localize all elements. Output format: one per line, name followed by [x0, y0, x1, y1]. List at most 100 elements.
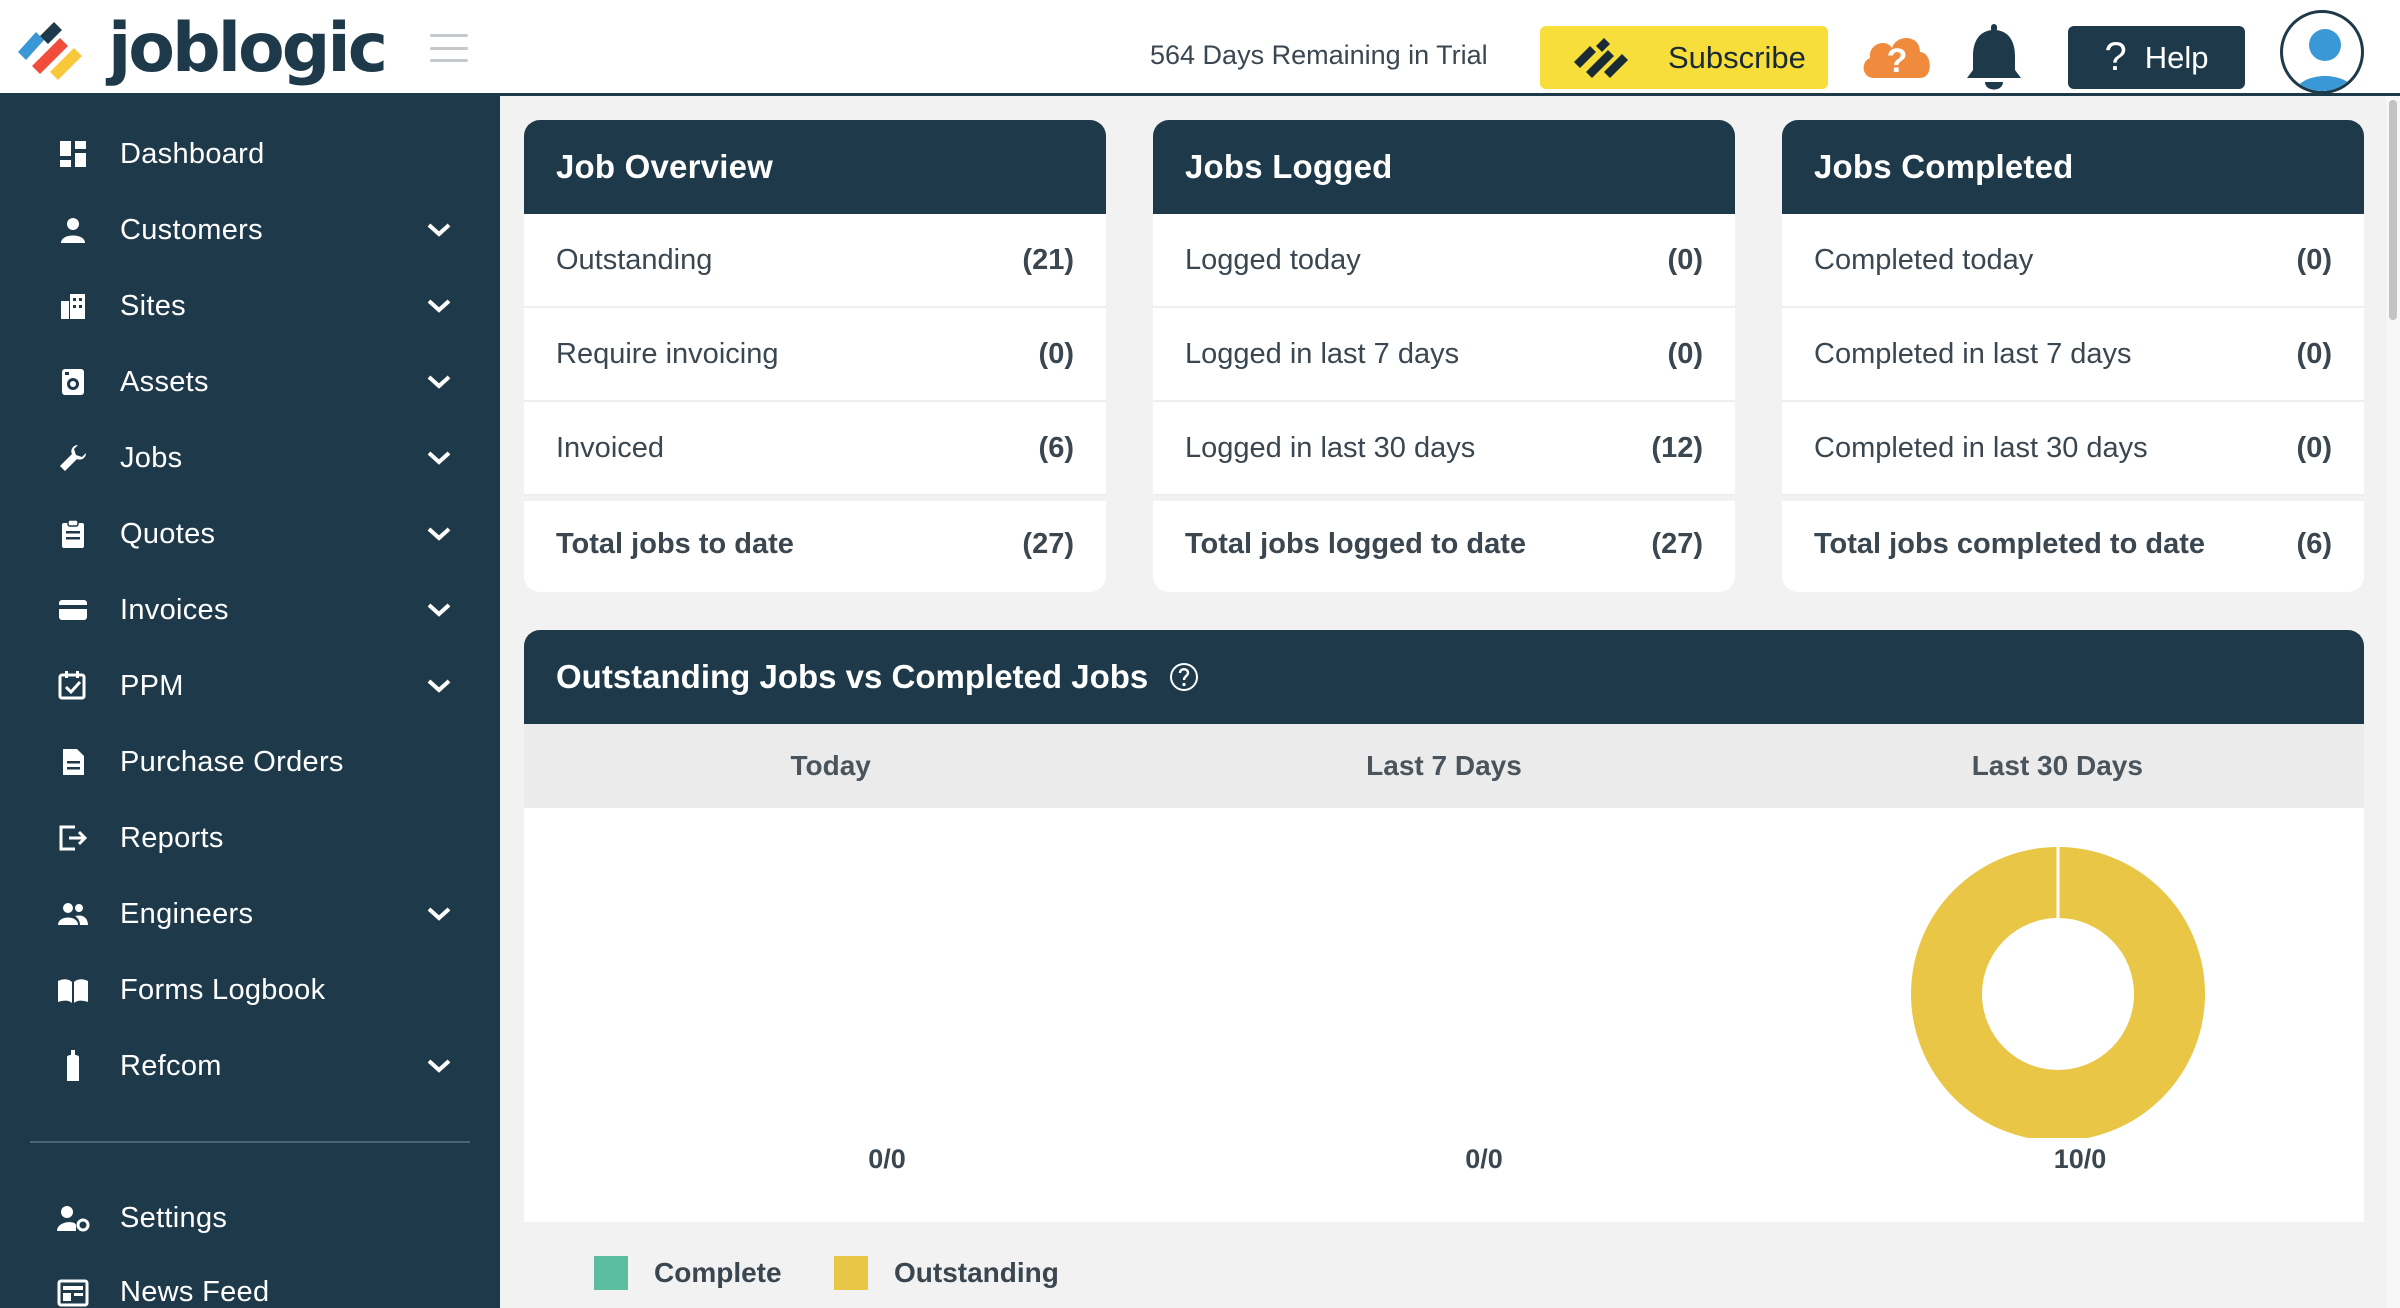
sidebar-item-forms-logbook[interactable]: Forms Logbook — [0, 954, 500, 1026]
notifications-bell-icon[interactable] — [1963, 22, 2025, 94]
stat-count: (0) — [1667, 243, 1703, 276]
jobs-completed-card: Jobs Completed Completed today (0) Compl… — [1782, 120, 2364, 592]
sidebar-item-label: PPM — [120, 669, 184, 702]
user-cog-icon — [56, 1201, 90, 1235]
stat-row[interactable]: Completed in last 30 days (0) — [1782, 402, 2364, 496]
sidebar-item-label: Purchase Orders — [120, 745, 344, 778]
sidebar-item-label: Engineers — [120, 897, 254, 930]
period-header: Last 30 Days — [1971, 750, 2143, 781]
sidebar-item-customers[interactable]: Customers — [0, 194, 500, 266]
logo-mark-icon — [18, 22, 82, 80]
menu-toggle-icon[interactable] — [430, 34, 468, 62]
stat-label: Logged today — [1185, 243, 1361, 276]
user-avatar[interactable] — [2280, 10, 2364, 94]
sidebar-item-news-feed[interactable]: News Feed — [0, 1256, 500, 1308]
sidebar-item-ppm[interactable]: PPM — [0, 650, 500, 722]
card-header: Jobs Logged — [1153, 120, 1735, 214]
stat-label: Invoiced — [556, 431, 665, 464]
stat-row[interactable]: Completed today (0) — [1782, 214, 2364, 308]
stat-label: Completed in last 7 days — [1814, 337, 2132, 370]
sidebar-item-quotes[interactable]: Quotes — [0, 498, 500, 570]
chevron-down-icon[interactable] — [424, 220, 454, 240]
sidebar-item-sites[interactable]: Sites — [0, 270, 500, 342]
stat-total-row[interactable]: Total jobs completed to date (6) — [1782, 496, 2364, 588]
sidebar-item-dashboard[interactable]: Dashboard — [0, 118, 500, 190]
top-header: joblogic 564 Days Remaining in Trial Sub… — [0, 0, 2400, 96]
chevron-down-icon[interactable] — [424, 676, 454, 696]
help-label: Help — [2144, 39, 2209, 75]
stat-count: (21) — [1022, 243, 1074, 276]
scrollbar-thumb[interactable] — [2389, 100, 2397, 320]
stat-row[interactable]: Require invoicing (0) — [524, 308, 1106, 402]
sidebar-item-label: Sites — [120, 289, 186, 322]
legend-label: Outstanding — [894, 1257, 1059, 1288]
book-icon — [56, 973, 90, 1007]
stat-row[interactable]: Logged in last 30 days (12) — [1153, 402, 1735, 496]
joblogic-logo[interactable]: joblogic — [10, 9, 388, 88]
sidebar-item-jobs[interactable]: Jobs — [0, 422, 500, 494]
stat-row[interactable]: Logged in last 7 days (0) — [1153, 308, 1735, 402]
card-header: Job Overview — [524, 120, 1106, 214]
clipboard-icon — [56, 517, 90, 551]
help-button[interactable]: ? Help — [2068, 26, 2245, 89]
subscribe-label: Subscribe — [1668, 39, 1806, 75]
sidebar-item-label: Invoices — [120, 593, 229, 626]
chart-title: Outstanding Jobs vs Completed Jobs — [556, 658, 1149, 695]
card-header: Jobs Completed — [1782, 120, 2364, 214]
chevron-down-icon[interactable] — [424, 296, 454, 316]
stat-total-label: Total jobs logged to date — [1185, 528, 1527, 560]
sidebar-item-reports[interactable]: Reports — [0, 802, 500, 874]
chevron-down-icon[interactable] — [424, 524, 454, 544]
building-icon — [56, 289, 90, 323]
stat-total-row[interactable]: Total jobs logged to date (27) — [1153, 496, 1735, 588]
stat-row[interactable]: Completed in last 7 days (0) — [1782, 308, 2364, 402]
stat-row[interactable]: Logged today (0) — [1153, 214, 1735, 308]
sidebar-item-label: Assets — [120, 365, 209, 398]
help-question-icon: ? — [2104, 35, 2127, 79]
subscribe-button[interactable]: Subscribe — [1540, 26, 1828, 89]
chevron-down-icon[interactable] — [424, 372, 454, 392]
brand-name: joblogic — [108, 9, 388, 88]
sidebar-item-engineers[interactable]: Engineers — [0, 878, 500, 950]
help-circle-icon[interactable] — [1168, 661, 1200, 693]
stat-total-label: Total jobs completed to date — [1814, 528, 2205, 560]
legend-swatch — [834, 1256, 868, 1290]
sidebar-item-label: Refcom — [120, 1049, 222, 1082]
sidebar-item-invoices[interactable]: Invoices — [0, 574, 500, 646]
sidebar-item-assets[interactable]: Assets — [0, 346, 500, 418]
sidebar-item-settings[interactable]: Settings — [0, 1182, 500, 1254]
stat-label: Require invoicing — [556, 337, 779, 370]
stat-total-count: (6) — [2296, 528, 2332, 560]
stat-row[interactable]: Invoiced (6) — [524, 402, 1106, 496]
whats-new-cloud-icon[interactable]: ? — [1858, 26, 1936, 84]
document-icon — [56, 745, 90, 779]
stat-count: (0) — [2296, 337, 2332, 370]
stat-label: Logged in last 30 days — [1185, 431, 1476, 464]
chevron-down-icon[interactable] — [424, 1056, 454, 1076]
stat-label: Outstanding — [556, 243, 713, 276]
dashboard-icon — [56, 137, 90, 171]
sidebar: Dashboard Customers Sites Assets Jobs Qu — [0, 96, 500, 1308]
trial-remaining-text: 564 Days Remaining in Trial — [1150, 40, 1488, 70]
stat-total-row[interactable]: Total jobs to date (27) — [524, 496, 1106, 588]
people-icon — [56, 897, 90, 931]
sidebar-item-purchase-orders[interactable]: Purchase Orders — [0, 726, 500, 798]
sidebar-item-label: News Feed — [120, 1275, 270, 1308]
sidebar-item-refcom[interactable]: Refcom — [0, 1030, 500, 1102]
period-header: Today — [790, 750, 871, 781]
legend-item-outstanding[interactable]: Outstanding — [834, 1256, 1059, 1290]
donut-chart — [1911, 847, 2205, 1138]
chevron-down-icon[interactable] — [424, 904, 454, 924]
cylinder-icon — [56, 1049, 90, 1083]
stat-row[interactable]: Outstanding (21) — [524, 214, 1106, 308]
stat-total-count: (27) — [1022, 528, 1074, 560]
sidebar-divider — [30, 1141, 470, 1143]
legend-item-complete[interactable]: Complete — [594, 1256, 782, 1290]
stat-label: Logged in last 7 days — [1185, 337, 1460, 370]
chevron-down-icon[interactable] — [424, 600, 454, 620]
sidebar-item-label: Customers — [120, 213, 263, 246]
stat-count: (6) — [1038, 431, 1074, 464]
chevron-down-icon[interactable] — [424, 448, 454, 468]
stat-label: Completed today — [1814, 243, 2034, 276]
job-overview-card: Job Overview Outstanding (21) Require in… — [524, 120, 1106, 592]
